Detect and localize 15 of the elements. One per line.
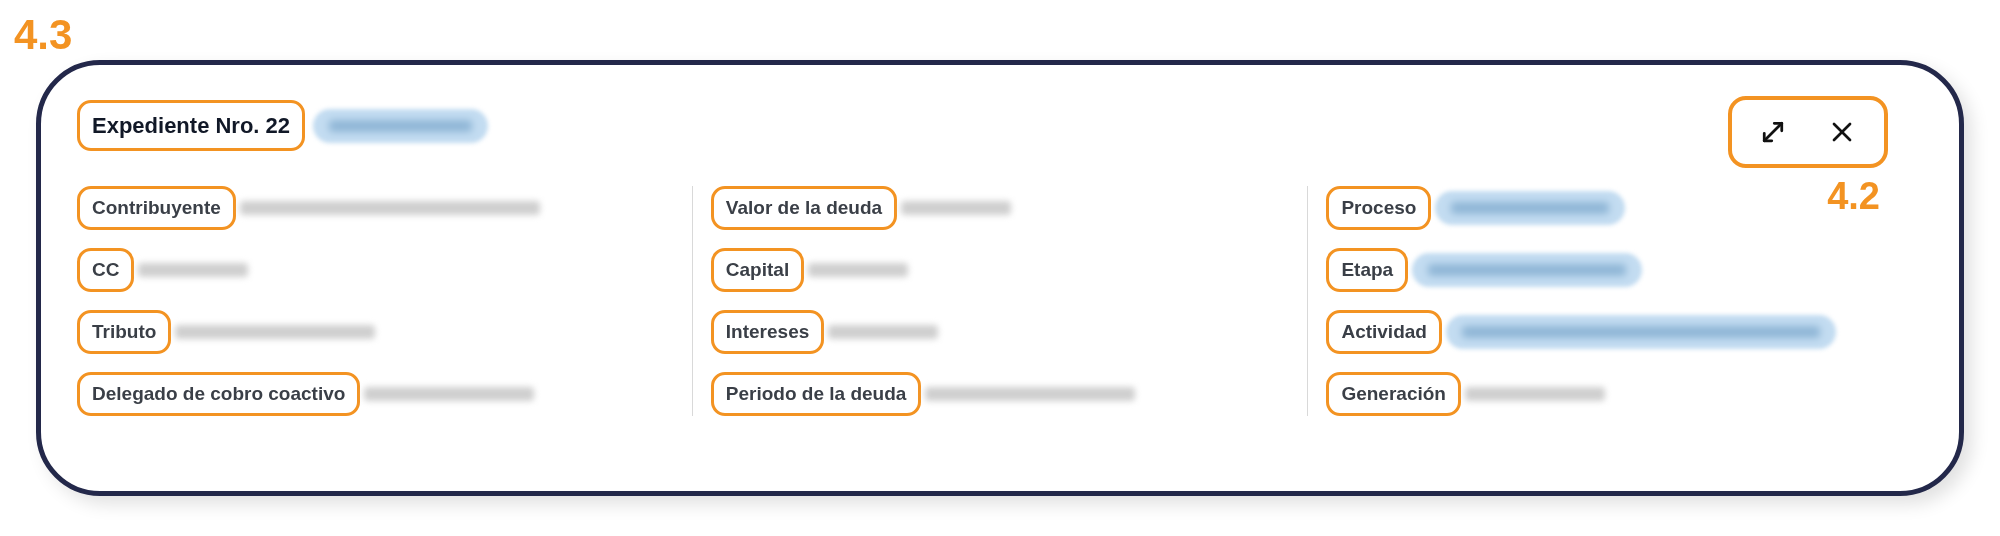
highlighted-label: CC xyxy=(77,247,135,293)
highlighted-label: Delegado de cobro coactivo xyxy=(77,371,361,417)
highlighted-label: Valor de la deuda xyxy=(710,185,898,231)
highlighted-label: Actividad xyxy=(1326,309,1442,355)
highlighted-label: Generación xyxy=(1326,371,1461,417)
callout-number: 4.2 xyxy=(1827,176,1880,216)
highlighted-label: Tributo xyxy=(77,309,172,355)
callout-number: 4.3 xyxy=(14,12,74,58)
highlighted-label: Periodo de la deuda xyxy=(710,371,922,417)
highlighted-label: Capital xyxy=(710,247,805,293)
highlighted-label: Contribuyente xyxy=(77,185,236,231)
case-title: Expediente Nro. 22 xyxy=(77,100,306,151)
highlighted-label: Proceso xyxy=(1326,185,1432,231)
highlighted-label: Etapa xyxy=(1326,247,1409,293)
highlighted-label: Intereses xyxy=(710,309,825,355)
